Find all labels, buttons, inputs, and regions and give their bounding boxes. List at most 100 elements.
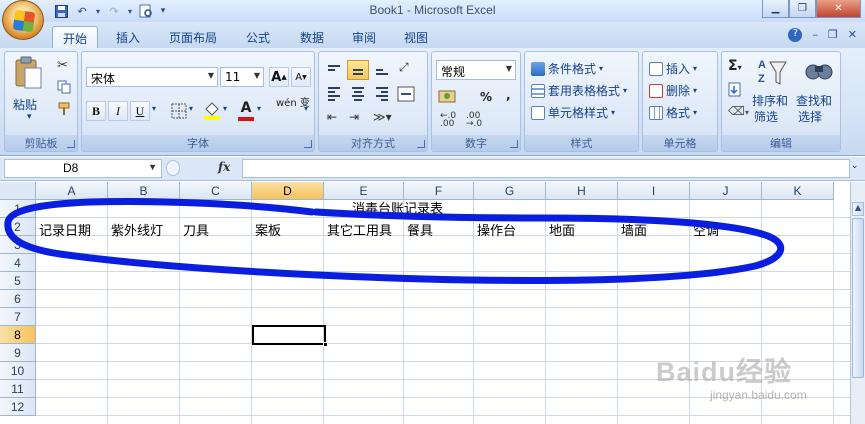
dropdown-icon[interactable]: ▾ bbox=[189, 104, 193, 113]
scroll-thumb[interactable] bbox=[852, 218, 864, 378]
tab-view[interactable]: 视图 bbox=[394, 26, 438, 48]
save-icon[interactable] bbox=[52, 3, 70, 19]
align-middle-icon[interactable] bbox=[347, 60, 369, 80]
find-select-icon[interactable] bbox=[804, 58, 834, 86]
align-left-icon[interactable] bbox=[323, 84, 345, 104]
increase-indent-icon[interactable]: ⇥ bbox=[349, 110, 367, 128]
row-header-4[interactable]: 4 bbox=[0, 254, 36, 272]
row-header-5[interactable]: 5 bbox=[0, 272, 36, 290]
delete-cells-button[interactable]: 删除 ▾ bbox=[649, 82, 697, 99]
orientation-icon[interactable]: ⤢ bbox=[399, 60, 417, 78]
row-header-6[interactable]: 6 bbox=[0, 290, 36, 308]
dropdown-icon[interactable]: ▾ bbox=[257, 104, 261, 113]
header-cell-c2[interactable]: 刀具 bbox=[181, 219, 211, 239]
worksheet-grid[interactable]: ABCDEFGHIJK 1 2 3 4 5 6 7 8 9 10 11 12 消毒台账记录表 记录日期紫… bbox=[0, 182, 850, 424]
undo-icon[interactable]: ↶ bbox=[73, 3, 91, 19]
increase-decimal-icon[interactable]: ←.0.00 bbox=[440, 112, 462, 130]
cell-styles-button[interactable]: 单元格样式 ▾ bbox=[531, 104, 615, 121]
fill-handle[interactable] bbox=[323, 342, 328, 347]
column-header-h[interactable]: H bbox=[546, 182, 618, 200]
phonetic-guide-button[interactable]: wén 变 bbox=[276, 98, 310, 109]
format-painter-icon[interactable] bbox=[57, 102, 71, 116]
conditional-formatting-button[interactable]: 条件格式 ▾ bbox=[531, 60, 603, 77]
number-format-combobox[interactable]: 常规 ▼ bbox=[436, 60, 516, 80]
font-name-combobox[interactable]: 宋体 ▼ bbox=[86, 67, 218, 87]
restore-icon[interactable]: ❐ bbox=[828, 28, 838, 42]
header-cell-a2[interactable]: 记录日期 bbox=[37, 219, 93, 239]
copy-icon[interactable] bbox=[57, 80, 71, 94]
header-cell-g2[interactable]: 操作台 bbox=[475, 219, 518, 239]
formula-input[interactable] bbox=[242, 159, 850, 178]
dialog-launcher-icon[interactable] bbox=[417, 140, 425, 148]
align-top-icon[interactable] bbox=[323, 60, 345, 80]
redo-icon[interactable]: ↷ bbox=[105, 3, 123, 19]
dropdown-icon[interactable]: ▾ bbox=[223, 104, 227, 113]
format-as-table-button[interactable]: 套用表格格式 ▾ bbox=[531, 82, 627, 99]
tab-home[interactable]: 开始 bbox=[52, 26, 98, 48]
header-cell-b2[interactable]: 紫外线灯 bbox=[109, 219, 165, 239]
row-header-2[interactable]: 2 bbox=[0, 218, 36, 236]
wrap-text-icon[interactable]: ≫▾ bbox=[373, 110, 399, 128]
autosum-icon[interactable]: Σ▾ bbox=[728, 58, 742, 74]
scroll-up-icon[interactable]: ▲ bbox=[852, 202, 864, 216]
close-icon[interactable]: ✕ bbox=[848, 28, 857, 42]
row-header-10[interactable]: 10 bbox=[0, 362, 36, 380]
column-header-g[interactable]: G bbox=[474, 182, 546, 200]
row-header-7[interactable]: 7 bbox=[0, 308, 36, 326]
row-header-12[interactable]: 12 bbox=[0, 398, 36, 416]
italic-button[interactable]: I bbox=[108, 101, 128, 121]
office-button[interactable] bbox=[2, 0, 44, 40]
dropdown-icon[interactable]: ▾ bbox=[152, 104, 156, 113]
formula-bar-splitter-icon[interactable] bbox=[166, 160, 180, 176]
column-header-k[interactable]: K bbox=[762, 182, 834, 200]
dropdown-icon[interactable]: ▾ bbox=[126, 3, 134, 19]
dialog-launcher-icon[interactable] bbox=[67, 140, 75, 148]
insert-function-button[interactable]: fx bbox=[218, 160, 230, 174]
dialog-launcher-icon[interactable] bbox=[510, 140, 518, 148]
column-header-b[interactable]: B bbox=[108, 182, 180, 200]
print-preview-icon[interactable] bbox=[137, 3, 155, 19]
find-select-label-line2[interactable]: 选择 bbox=[798, 108, 822, 125]
borders-icon[interactable] bbox=[170, 102, 188, 120]
bold-button[interactable]: B bbox=[86, 101, 106, 121]
sort-filter-label[interactable]: 排序和 bbox=[752, 92, 788, 109]
minimize-icon[interactable]: – bbox=[812, 28, 818, 42]
paste-button[interactable]: 粘贴 bbox=[13, 96, 37, 113]
column-header-d[interactable]: D bbox=[252, 182, 324, 200]
merge-center-icon[interactable] bbox=[397, 84, 419, 104]
header-cell-d2[interactable]: 案板 bbox=[253, 219, 283, 239]
percent-style-button[interactable]: % bbox=[480, 90, 492, 104]
fill-icon[interactable] bbox=[728, 82, 746, 98]
header-cell-i2[interactable]: 墙面 bbox=[619, 219, 649, 239]
column-header-j[interactable]: J bbox=[690, 182, 762, 200]
accounting-format-icon[interactable] bbox=[438, 88, 462, 106]
tab-insert[interactable]: 插入 bbox=[106, 26, 150, 48]
tab-formulas[interactable]: 公式 bbox=[234, 26, 282, 48]
insert-cells-button[interactable]: 插入 ▾ bbox=[649, 60, 697, 77]
find-select-label[interactable]: 查找和 bbox=[796, 92, 832, 109]
align-right-icon[interactable] bbox=[371, 84, 393, 104]
select-all-button[interactable] bbox=[0, 182, 36, 200]
row-header-9[interactable]: 9 bbox=[0, 344, 36, 362]
sort-filter-label-line2[interactable]: 筛选 bbox=[754, 108, 778, 125]
vertical-scrollbar[interactable]: ▲ bbox=[850, 182, 865, 424]
tab-review[interactable]: 审阅 bbox=[342, 26, 386, 48]
header-cell-f2[interactable]: 餐具 bbox=[405, 219, 435, 239]
sheet-title-cell[interactable]: 消毒台账记录表 bbox=[350, 197, 445, 217]
active-cell-d8[interactable] bbox=[252, 325, 328, 347]
align-bottom-icon[interactable] bbox=[371, 60, 393, 80]
shrink-font-button[interactable]: A ▼ bbox=[291, 67, 311, 87]
header-cell-e2[interactable]: 其它工用具 bbox=[325, 219, 394, 239]
column-header-c[interactable]: C bbox=[180, 182, 252, 200]
decrease-decimal-icon[interactable]: .00 →.0 bbox=[466, 112, 488, 130]
row-header-8[interactable]: 8 bbox=[0, 326, 36, 344]
align-center-icon[interactable] bbox=[347, 84, 369, 104]
comma-style-button[interactable]: , bbox=[506, 88, 511, 102]
clear-icon[interactable]: ⌫▾ bbox=[728, 104, 749, 118]
format-cells-button[interactable]: 格式 ▾ bbox=[649, 104, 697, 121]
name-box[interactable]: D8 ▼ bbox=[4, 159, 162, 178]
row-header-3[interactable]: 3 bbox=[0, 236, 36, 254]
paste-icon[interactable] bbox=[13, 56, 43, 90]
column-header-a[interactable]: A bbox=[36, 182, 108, 200]
tab-page-layout[interactable]: 页面布局 bbox=[160, 26, 226, 48]
